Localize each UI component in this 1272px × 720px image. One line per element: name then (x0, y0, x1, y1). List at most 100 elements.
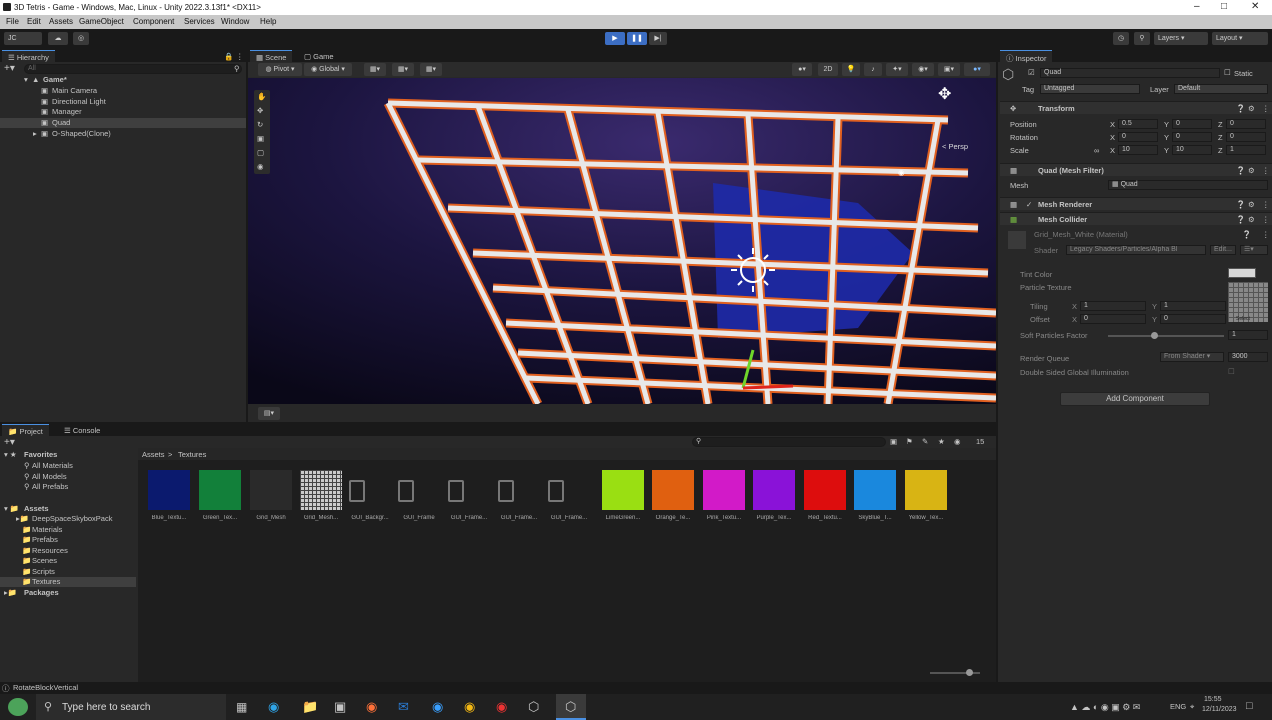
global-dropdown[interactable]: ◉ Global ▾ (304, 63, 352, 76)
transform-header[interactable]: ✥ Transform ❔ ⚙ ⋮ (1000, 101, 1272, 114)
pin-icon[interactable]: ✎ (922, 437, 928, 446)
hierarchy-row[interactable]: ▣ Manager (0, 107, 246, 117)
layout-dropdown[interactable]: Layout ▾ (1212, 32, 1268, 45)
menu-window[interactable]: Window (221, 17, 249, 26)
visibility-icon[interactable]: ◉ (954, 437, 961, 446)
persp-label[interactable]: < Persp (942, 142, 968, 151)
preset-icon[interactable]: ⚙ (1248, 104, 1255, 113)
mode-2d-button[interactable]: 2D (818, 63, 838, 76)
project-search-input[interactable]: ⚲ (692, 437, 886, 447)
assets-label[interactable]: Assets (24, 504, 49, 513)
texture-thumbnail[interactable] (398, 480, 414, 502)
menu-file[interactable]: File (6, 17, 19, 26)
add-component-button[interactable]: Add Component (1060, 392, 1210, 406)
scale-tool-icon[interactable]: ▣ (257, 134, 264, 143)
object-name-field[interactable]: Quad (1040, 68, 1220, 78)
scale-z-field[interactable]: 1 (1226, 145, 1266, 155)
unity-editor-icon[interactable]: ⬡ (556, 694, 586, 720)
store-icon[interactable]: ▣ (334, 699, 346, 715)
transform-tool-icon[interactable]: ◉ (257, 162, 264, 171)
soft-particles-slider[interactable] (1108, 335, 1224, 337)
lock-icon[interactable]: 🔒 (224, 52, 233, 61)
gizmos-icon[interactable]: ●▾ (964, 63, 990, 76)
more-icon[interactable]: ⋮ (1262, 104, 1270, 113)
add-asset-icon[interactable]: +▾ (4, 437, 15, 448)
hierarchy-row-selected[interactable]: ▣ Quad (0, 118, 246, 128)
help-icon[interactable]: ❔ (1236, 166, 1245, 175)
hierarchy-row[interactable]: ▣ Directional Light (0, 97, 246, 107)
shading-icon[interactable]: ●▾ (792, 63, 812, 76)
texture-thumbnail[interactable] (250, 470, 292, 510)
menu-edit[interactable]: Edit (27, 17, 41, 26)
tree-item-label[interactable]: Materials (32, 525, 62, 534)
menu-gameobject[interactable]: GameObject (79, 17, 124, 26)
tree-item-label[interactable]: All Materials (32, 461, 73, 470)
account-button[interactable]: JC (4, 32, 42, 45)
orientation-gizmo[interactable]: ✥ (938, 84, 978, 124)
unity-hub-icon[interactable]: ⬡ (528, 699, 539, 715)
start-icon[interactable] (8, 698, 28, 716)
step-button[interactable]: ▶| (649, 32, 667, 45)
position-z-field[interactable]: 0 (1226, 119, 1266, 129)
hierarchy-row[interactable]: ▸ ▣ O-Shaped(Clone) (0, 129, 246, 139)
close-icon[interactable]: ✕ (1251, 1, 1259, 12)
texture-thumbnail[interactable] (703, 470, 745, 510)
tab-inspector[interactable]: ⓘ Inspector (1000, 50, 1053, 63)
zoom-slider-handle[interactable] (966, 669, 973, 676)
tree-item-selected[interactable]: 📁 Textures (0, 577, 136, 587)
scene-viewport[interactable]: ✋ ✥ ↻ ▣ ▢ ◉ ✥ < Persp ◉ (248, 78, 996, 404)
packages-label[interactable]: Packages (24, 588, 59, 597)
tree-item-label[interactable]: All Models (32, 472, 67, 481)
play-button[interactable]: ▶ (605, 32, 625, 45)
mesh-renderer-header[interactable]: ▦ ✓ Mesh Renderer ❔ ⚙ ⋮ (1000, 197, 1272, 210)
texture-thumbnail[interactable] (548, 480, 564, 502)
help-icon[interactable]: ❔ (1236, 104, 1245, 113)
texture-thumbnail[interactable] (199, 470, 241, 510)
more-icon[interactable]: ⋮ (1262, 200, 1270, 209)
view-tool-icon[interactable]: ✋ (257, 92, 266, 101)
add-icon[interactable]: +▾ (4, 63, 15, 74)
tag-dropdown[interactable]: Untagged (1040, 84, 1140, 94)
taskbar-search-box[interactable]: ⚲ Type here to search (36, 694, 226, 720)
texture-thumbnail[interactable] (602, 470, 644, 510)
shader-edit-button[interactable]: Edit... (1210, 245, 1236, 255)
maximize-icon[interactable]: □ (1221, 1, 1227, 12)
app-icon[interactable]: ◉ (432, 699, 443, 715)
mesh-filter-header[interactable]: ▦ Quad (Mesh Filter) ❔ ⚙ ⋮ (1000, 163, 1272, 176)
tree-item-label[interactable]: Scripts (32, 567, 55, 576)
hierarchy-search-input[interactable]: All (24, 64, 242, 74)
tiling-y-field[interactable]: 1 (1160, 301, 1226, 311)
texture-thumbnail[interactable] (349, 480, 365, 502)
mesh-field[interactable]: ▦ Quad (1108, 180, 1268, 190)
lighting-icon[interactable]: 💡 (842, 63, 860, 76)
tint-color-swatch[interactable] (1228, 268, 1256, 278)
tab-scene[interactable]: ▦ Scene (250, 50, 293, 62)
tiling-x-field[interactable]: 1 (1080, 301, 1146, 311)
texture-thumbnail[interactable] (753, 470, 795, 510)
more-icon[interactable]: ⋮ (1262, 215, 1270, 224)
edge-icon[interactable]: ◉ (268, 699, 279, 715)
render-queue-value[interactable]: 3000 (1228, 352, 1268, 362)
shader-options-dropdown[interactable]: ☰▾ (1240, 245, 1268, 255)
more-icon[interactable]: ⋮ (1262, 166, 1270, 175)
layers-dropdown[interactable]: Layers ▾ (1154, 32, 1208, 45)
audio-icon[interactable]: ♪ (864, 63, 882, 76)
language-label[interactable]: ENG (1170, 702, 1186, 711)
overlay-menu-icon[interactable]: ▤▾ (258, 407, 280, 420)
minimize-icon[interactable]: – (1194, 1, 1200, 12)
recorder-icon[interactable]: ◉ (496, 699, 507, 715)
pivot-dropdown[interactable]: ◍ Pivot ▾ (258, 63, 302, 76)
effects-icon[interactable]: ✦▾ (886, 63, 908, 76)
texture-thumbnail[interactable] (498, 480, 514, 502)
snap-icon[interactable]: ▦▾ (392, 63, 414, 76)
menu-services[interactable]: Services (184, 17, 215, 26)
position-x-field[interactable]: 0.5 (1118, 119, 1158, 129)
scale-x-field[interactable]: 10 (1118, 145, 1158, 155)
texture-thumbnail[interactable] (854, 470, 896, 510)
texture-thumbnail[interactable] (448, 480, 464, 502)
slider-handle[interactable] (1151, 332, 1158, 339)
rotation-y-field[interactable]: 0 (1172, 132, 1212, 142)
visibility-icon[interactable]: ◉▾ (912, 63, 934, 76)
move-tool-icon[interactable]: ✥ (257, 106, 263, 115)
outlook-icon[interactable]: ✉ (398, 699, 409, 715)
